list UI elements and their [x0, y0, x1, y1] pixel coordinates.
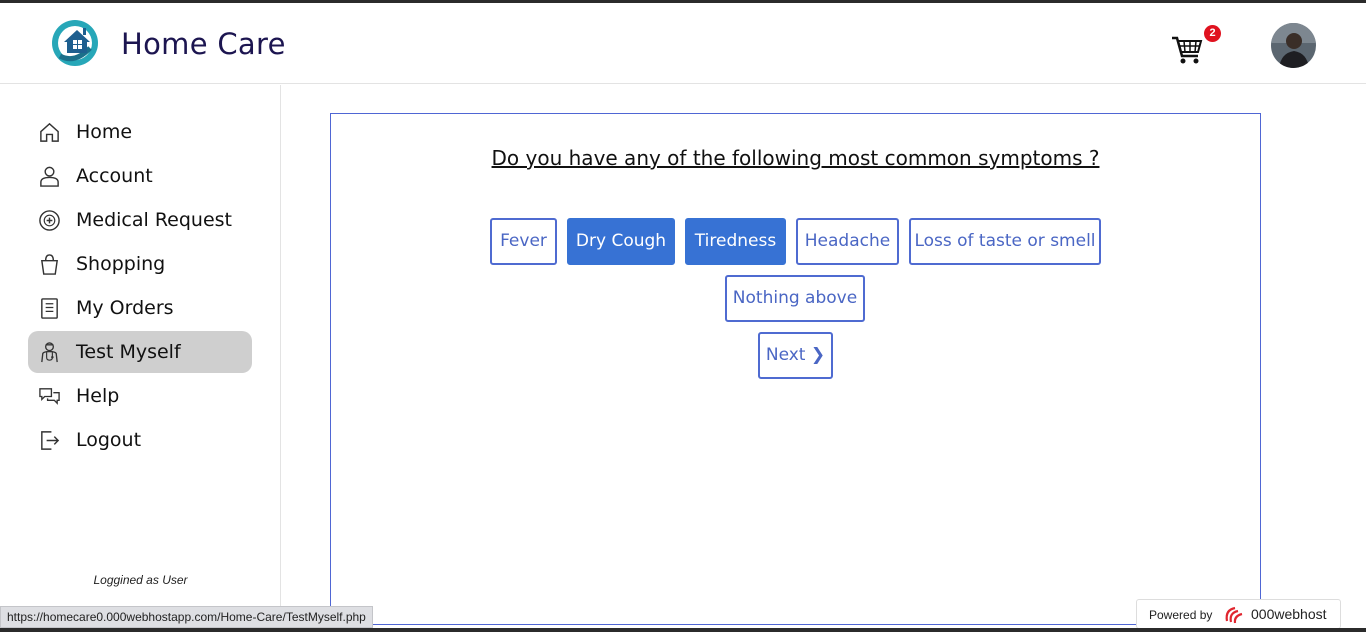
option-loss-of-taste[interactable]: Loss of taste or smell [909, 218, 1101, 265]
sidebar-item-label: Medical Request [76, 209, 233, 231]
sidebar-item-my-orders[interactable]: My Orders [28, 287, 252, 329]
brand-title: Home Care [121, 27, 286, 61]
sidebar-item-label: Home [76, 121, 133, 143]
avatar[interactable] [1271, 23, 1316, 68]
sidebar-item-help[interactable]: Help [28, 375, 252, 417]
option-headache[interactable]: Headache [796, 218, 899, 265]
next-button[interactable]: Next ❯ [758, 332, 833, 379]
medical-icon [39, 210, 60, 231]
status-bar-url: https://homecare0.000webhostapp.com/Home… [0, 606, 373, 628]
user-icon [40, 166, 59, 187]
option-fever[interactable]: Fever [490, 218, 557, 265]
logged-in-as-label: Loggined as User [93, 573, 188, 587]
home-icon [40, 122, 59, 142]
home-care-logo[interactable] [50, 18, 100, 68]
symptom-test-card: Do you have any of the following most co… [330, 113, 1261, 625]
sidebar-item-home[interactable]: Home [28, 111, 252, 153]
sidebar: Home Account Medical Request Shopping My… [0, 85, 281, 632]
webhost-logo-icon [1225, 606, 1243, 624]
taskbar-strip [0, 628, 1366, 632]
option-tiredness[interactable]: Tiredness [685, 218, 786, 265]
sidebar-item-shopping[interactable]: Shopping [28, 243, 252, 285]
sidebar-item-logout[interactable]: Logout [28, 419, 252, 461]
cart-icon[interactable] [1170, 32, 1204, 66]
sidebar-item-account[interactable]: Account [28, 155, 252, 197]
doctor-icon [41, 342, 58, 363]
sidebar-item-label: Help [76, 385, 120, 407]
option-dry-cough[interactable]: Dry Cough [567, 218, 675, 265]
sidebar-item-label: Account [76, 165, 153, 187]
sidebar-item-medical-request[interactable]: Medical Request [28, 199, 252, 241]
sidebar-item-label: Test Myself [76, 341, 181, 363]
sidebar-item-test-myself[interactable]: Test Myself [28, 331, 252, 373]
sidebar-item-label: Logout [76, 429, 142, 451]
bag-icon [41, 254, 58, 275]
powered-by-brand: 000webhost [1251, 606, 1327, 622]
question-heading: Do you have any of the following most co… [491, 146, 1100, 170]
logout-icon [41, 431, 60, 450]
sidebar-item-label: Shopping [76, 253, 166, 275]
powered-by-label: Powered by [1149, 608, 1213, 622]
option-nothing-above[interactable]: Nothing above [725, 275, 865, 322]
chat-icon [39, 388, 60, 405]
header: Home Care 2 [0, 3, 1366, 84]
orders-icon [41, 298, 58, 319]
sidebar-item-label: My Orders [76, 297, 174, 319]
powered-by-badge[interactable]: Powered by 000webhost [1136, 599, 1341, 629]
cart-badge: 2 [1204, 25, 1221, 42]
